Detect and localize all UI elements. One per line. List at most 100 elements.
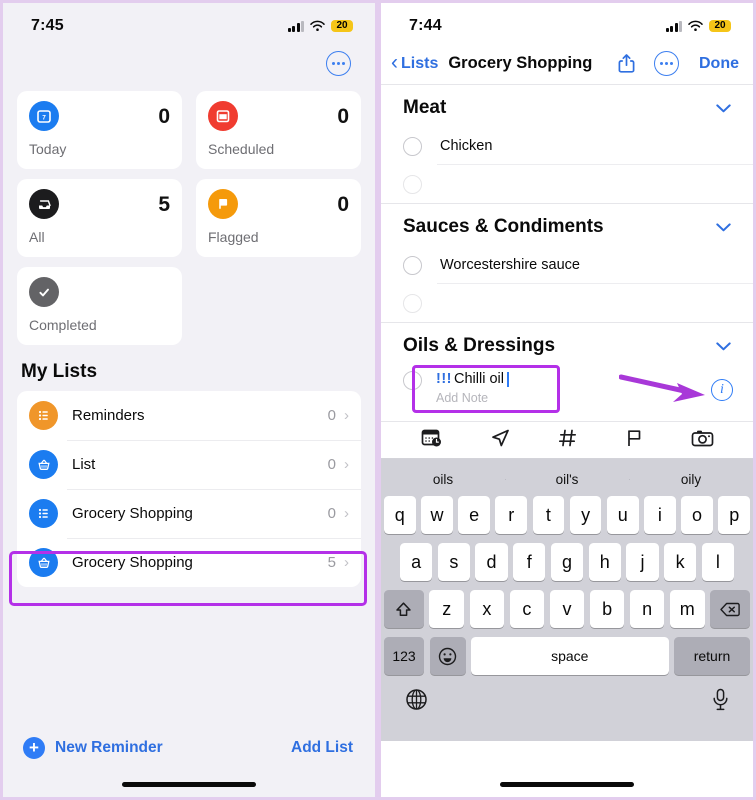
key-b[interactable]: b <box>589 590 625 628</box>
my-lists-group: Reminders 0 › List 0 › Grocery Shopping … <box>17 391 361 587</box>
smart-card-completed[interactable]: Completed <box>17 267 182 345</box>
key-j[interactable]: j <box>626 543 659 581</box>
numbers-key[interactable]: 123 <box>384 637 424 675</box>
reminder-text: Worcestershire sauce <box>440 257 580 273</box>
smart-card-label: Today <box>29 141 67 157</box>
smart-card-all[interactable]: 5 All <box>17 179 182 257</box>
key-h[interactable]: h <box>588 543 621 581</box>
key-m[interactable]: m <box>669 590 705 628</box>
list-item-reminders[interactable]: Reminders 0 › <box>17 391 361 440</box>
chevron-down-icon[interactable] <box>716 220 731 235</box>
checkbox-circle-icon[interactable] <box>403 136 422 156</box>
reminder-item-worcestershire[interactable]: Worcestershire sauce <box>381 246 753 284</box>
done-button[interactable]: Done <box>699 55 739 73</box>
prediction-3[interactable]: oily <box>629 472 753 487</box>
reminder-item-empty[interactable] <box>381 165 753 203</box>
smart-card-label: Flagged <box>208 229 259 245</box>
reminder-item-chicken[interactable]: Chicken <box>381 127 753 165</box>
dictation-key[interactable] <box>712 688 729 716</box>
more-options-button[interactable] <box>326 50 351 76</box>
calendar-scheduled-icon <box>208 101 238 131</box>
check-circle-icon <box>29 277 59 307</box>
group-header-oils[interactable]: Oils & Dressings <box>381 323 753 365</box>
space-key[interactable]: space <box>471 637 669 675</box>
text-cursor <box>506 371 509 387</box>
bulleted-list-icon <box>29 499 58 528</box>
backspace-key[interactable] <box>710 590 751 628</box>
key-r[interactable]: r <box>495 496 528 534</box>
list-item-grocery-shopping-1[interactable]: Grocery Shopping 0 › <box>17 489 361 538</box>
key-t[interactable]: t <box>532 496 565 534</box>
key-i[interactable]: i <box>644 496 676 534</box>
flag-icon <box>208 189 238 219</box>
chevron-right-icon: › <box>344 554 349 571</box>
key-a[interactable]: a <box>400 543 433 581</box>
location-arrow-icon[interactable] <box>490 428 511 453</box>
key-s[interactable]: s <box>437 543 470 581</box>
reminder-item-empty[interactable] <box>381 284 753 322</box>
key-z[interactable]: z <box>429 590 465 628</box>
add-list-button[interactable]: Add List <box>291 739 353 757</box>
calendar-clock-icon[interactable] <box>421 428 443 453</box>
globe-key[interactable] <box>405 688 428 716</box>
key-c[interactable]: c <box>509 590 545 628</box>
back-to-lists-button[interactable]: ‹ Lists <box>391 51 439 74</box>
checkbox-circle-icon[interactable] <box>403 371 422 390</box>
key-v[interactable]: v <box>549 590 585 628</box>
reminder-title-input[interactable]: !!! Chilli oil Add Note <box>436 371 588 405</box>
smart-card-today[interactable]: 7 0 Today <box>17 91 182 169</box>
more-options-button[interactable] <box>654 51 679 76</box>
camera-icon[interactable] <box>691 428 714 453</box>
chevron-down-icon[interactable] <box>716 339 731 354</box>
group-header-sauces[interactable]: Sauces & Condiments <box>381 204 753 246</box>
chevron-down-icon[interactable] <box>716 101 731 116</box>
key-k[interactable]: k <box>664 543 697 581</box>
key-y[interactable]: y <box>569 496 602 534</box>
prediction-2[interactable]: oil's <box>505 472 629 487</box>
key-e[interactable]: e <box>458 496 490 534</box>
key-f[interactable]: f <box>513 543 546 581</box>
keyboard-bottom-row <box>381 684 753 716</box>
list-count: 5 <box>327 554 336 571</box>
share-button[interactable] <box>617 53 636 74</box>
key-q[interactable]: q <box>383 496 416 534</box>
checkbox-circle-icon[interactable] <box>403 174 422 194</box>
screenshot-root: 7:45 20 7 0 Today 0 Scheduled 5 All 0 Fl… <box>0 0 756 800</box>
back-label: Lists <box>401 54 439 72</box>
group-header-meat[interactable]: Meat <box>381 85 753 127</box>
list-name: Grocery Shopping <box>72 505 193 522</box>
key-o[interactable]: o <box>681 496 713 534</box>
reminder-editing-row[interactable]: !!! Chilli oil Add Note i <box>381 365 753 421</box>
shift-key[interactable] <box>383 590 424 628</box>
key-n[interactable]: n <box>629 590 665 628</box>
emoji-icon <box>438 647 457 665</box>
hashtag-icon[interactable] <box>558 428 578 453</box>
info-icon[interactable]: i <box>711 379 733 401</box>
prediction-1[interactable]: oils <box>381 472 505 487</box>
key-g[interactable]: g <box>550 543 584 581</box>
chevron-left-icon: ‹ <box>391 51 398 74</box>
on-screen-keyboard: oils oil's oily q w e r t y u i o p a s … <box>381 459 753 741</box>
flag-icon[interactable] <box>625 428 644 453</box>
smart-card-flagged[interactable]: 0 Flagged <box>196 179 361 257</box>
key-w[interactable]: w <box>421 496 453 534</box>
smart-card-count: 0 <box>337 192 349 216</box>
checkbox-circle-icon[interactable] <box>403 255 422 275</box>
list-item-grocery-shopping-2[interactable]: Grocery Shopping 5 › <box>17 538 361 587</box>
cellular-signal-icon <box>287 20 304 32</box>
list-item-list[interactable]: List 0 › <box>17 440 361 489</box>
microphone-icon <box>713 688 728 711</box>
home-indicator <box>122 782 256 787</box>
key-l[interactable]: l <box>701 543 734 581</box>
new-reminder-button[interactable]: + New Reminder <box>23 737 163 759</box>
key-x[interactable]: x <box>469 590 505 628</box>
key-u[interactable]: u <box>606 496 639 534</box>
add-note-input[interactable]: Add Note <box>436 391 588 405</box>
smart-card-scheduled[interactable]: 0 Scheduled <box>196 91 361 169</box>
key-d[interactable]: d <box>475 543 508 581</box>
checkbox-circle-icon[interactable] <box>403 293 422 313</box>
return-key[interactable]: return <box>674 637 750 675</box>
smart-card-count: 0 <box>158 104 170 128</box>
key-p[interactable]: p <box>718 496 751 534</box>
emoji-key[interactable] <box>429 637 466 675</box>
